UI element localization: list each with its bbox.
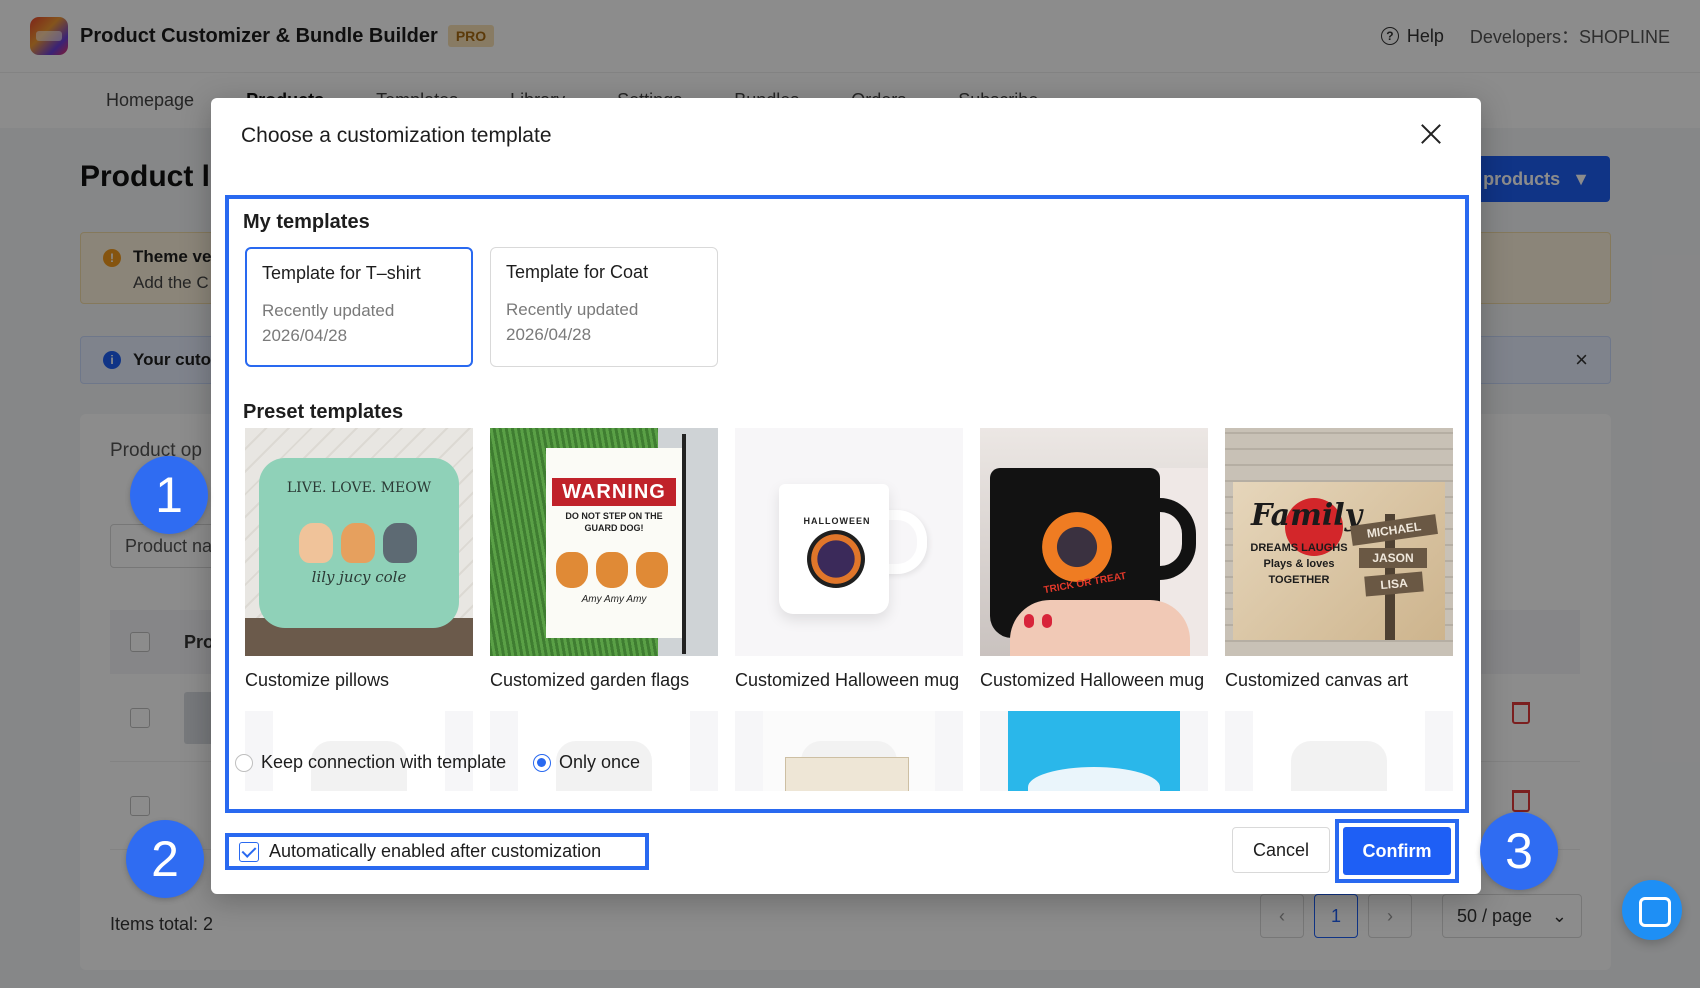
close-icon[interactable]	[1417, 120, 1445, 148]
flag-art-names: Amy Amy Amy	[581, 594, 647, 605]
only-once-radio[interactable]	[533, 753, 551, 772]
template-card-date: 2026/04/28	[262, 326, 348, 345]
preset-label: Customized canvas art	[1225, 670, 1409, 690]
only-once-option[interactable]: Only once	[533, 752, 640, 773]
template-card-title: Template for T–shirt	[262, 263, 421, 283]
canvas-art-subtitle: DREAMS LAUGHS Plays & loves TOGETHER	[1250, 542, 1348, 586]
preset-card-tshirt[interactable]	[245, 711, 473, 791]
keep-connection-label: Keep connection with template	[261, 752, 507, 772]
preset-label: Customized Halloween mug	[980, 670, 1205, 690]
step-badge-1: 1	[130, 456, 208, 534]
template-card-coat[interactable]: Template for Coat Recently updated 2026/…	[490, 247, 718, 367]
preset-card-halloween-mug-black[interactable]: TRICK OR TREAT Customized Halloween mug	[980, 428, 1208, 693]
flag-art-warning: WARNING	[552, 478, 676, 506]
template-list-highlight: My templates Template for T–shirt Recent…	[225, 195, 1469, 813]
pillow-art-names: lily jucy cole	[311, 568, 407, 586]
preset-card-tshirt[interactable]	[1225, 711, 1453, 791]
preset-card-doormat[interactable]	[735, 711, 963, 791]
mug-art-text: HALLOWEEN	[803, 516, 871, 526]
confirm-button[interactable]: Confirm	[1343, 827, 1451, 875]
preset-card-halloween-mug-white[interactable]: HALLOWEEN Customized Halloween mug	[735, 428, 963, 693]
garden-flag-image: WARNING DO NOT STEP ON THE GUARD DOG! Am…	[490, 428, 718, 656]
preset-card-blue-product[interactable]	[980, 711, 1208, 791]
pillow-image: LIVE. LOVE. MEOW lily jucy cole	[245, 428, 473, 656]
auto-enable-checkbox[interactable]	[239, 841, 259, 862]
keep-connection-radio[interactable]	[235, 753, 253, 772]
keep-connection-option[interactable]: Keep connection with template	[235, 752, 506, 773]
template-card-status: Recently updated	[262, 301, 395, 320]
template-card-tshirt[interactable]: Template for T–shirt Recently updated 20…	[245, 247, 473, 367]
preset-label: Customized Halloween mug	[735, 670, 960, 690]
chat-icon[interactable]	[1622, 880, 1682, 940]
preset-card-garden-flags[interactable]: WARNING DO NOT STEP ON THE GUARD DOG! Am…	[490, 428, 718, 693]
black-mug-image: TRICK OR TREAT	[980, 428, 1208, 656]
confirm-button-highlight: Confirm	[1335, 819, 1459, 883]
pillow-art-line: LIVE. LOVE. MEOW	[286, 480, 432, 496]
preset-templates-heading: Preset templates	[243, 401, 404, 423]
canvas-art-sign: JASON	[1359, 548, 1427, 568]
only-once-label: Only once	[559, 752, 641, 772]
template-card-status: Recently updated	[506, 300, 639, 319]
template-card-title: Template for Coat	[506, 262, 649, 282]
preset-card-pillows[interactable]: LIVE. LOVE. MEOW lily jucy cole Customiz…	[245, 428, 473, 693]
cancel-button[interactable]: Cancel	[1232, 827, 1330, 873]
preset-card-tshirt[interactable]	[490, 711, 718, 791]
my-templates-heading: My templates	[243, 211, 370, 233]
canvas-art-image: Family DREAMS LAUGHS Plays & loves TOGET…	[1225, 428, 1453, 656]
preset-card-canvas-art[interactable]: Family DREAMS LAUGHS Plays & loves TOGET…	[1225, 428, 1453, 693]
flag-art-line: DO NOT STEP ON THE GUARD DOG!	[565, 511, 663, 533]
step-badge-3: 3	[1480, 812, 1558, 890]
template-picker-modal: Choose a customization template My templ…	[211, 98, 1481, 894]
auto-enable-checkbox-highlight[interactable]: Automatically enabled after customizatio…	[225, 833, 649, 870]
canvas-art-title: Family	[1251, 498, 1363, 533]
white-mug-image: HALLOWEEN	[735, 428, 963, 656]
template-card-date: 2026/04/28	[506, 325, 592, 344]
preset-label: Customized garden flags	[490, 670, 690, 690]
preset-label: Customize pillows	[245, 670, 390, 690]
modal-title: Choose a customization template	[241, 124, 552, 147]
step-badge-2: 2	[126, 820, 204, 898]
auto-enable-label: Automatically enabled after customizatio…	[269, 841, 602, 861]
